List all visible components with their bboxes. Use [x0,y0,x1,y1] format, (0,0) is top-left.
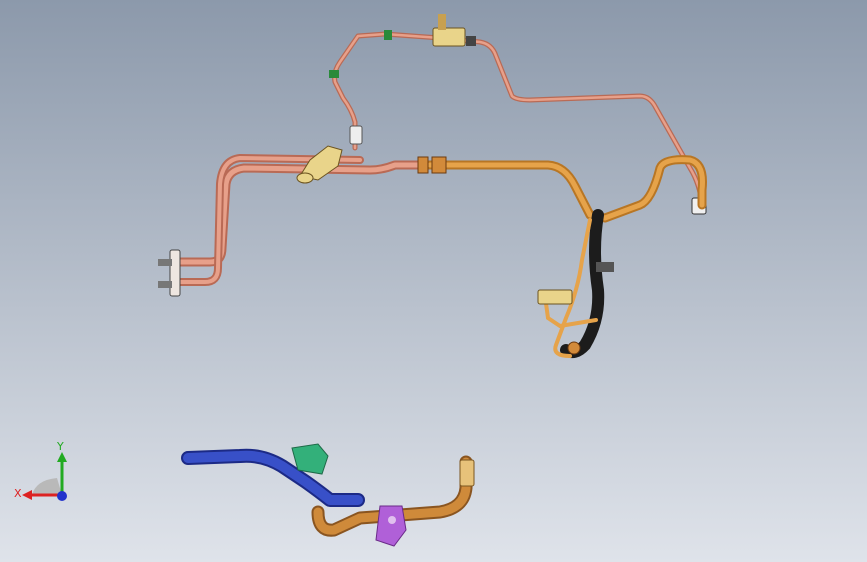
coupling-body[interactable] [431,156,447,174]
valve-connector [466,36,476,46]
viewport-background [0,0,867,562]
clip-green-2[interactable] [384,30,392,40]
valve-block[interactable] [432,27,466,47]
x-axis-label: X [14,487,22,500]
flange-plate[interactable] [169,249,181,297]
hose-clamp[interactable] [596,262,614,272]
flange-bolt-bottom [158,281,172,288]
y-axis-label: Y [57,440,64,453]
triad-plane [32,478,62,495]
cad-scene[interactable] [0,0,867,562]
z-axis-dot [57,491,67,501]
triad-graphic [22,452,67,501]
x-axis-arrow [22,490,32,500]
copper-pipe-end[interactable] [459,459,475,487]
lower-bracket[interactable] [537,289,573,305]
coupling-nut[interactable] [417,156,429,174]
clip-green[interactable] [329,70,339,78]
3d-viewport[interactable]: Y X [0,0,867,562]
bracket-eye [296,172,314,184]
purple-bracket-hole [388,516,396,524]
hose-end-fitting[interactable] [567,341,581,355]
tube-fitting-1[interactable] [349,125,363,145]
orientation-triad: Y X [12,440,82,510]
flange-bolt-top [158,259,172,266]
valve-tab[interactable] [438,14,446,30]
y-axis-arrow [57,452,67,462]
